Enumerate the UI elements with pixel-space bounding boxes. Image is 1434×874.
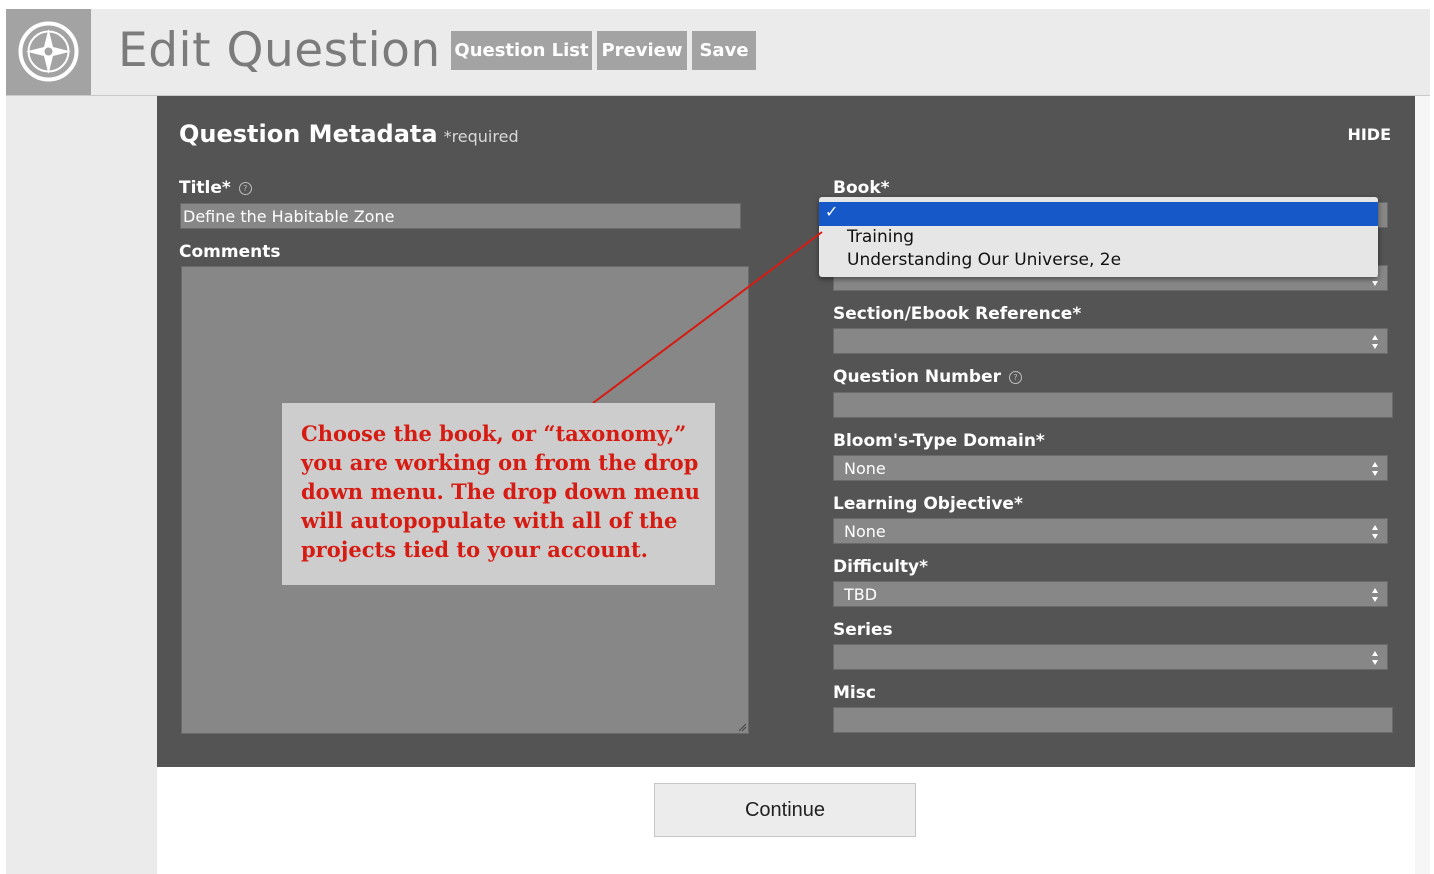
section-select[interactable] <box>833 328 1388 354</box>
page-title: Edit Question <box>118 23 441 78</box>
resize-handle-icon[interactable] <box>737 722 747 732</box>
learning-objective-select[interactable]: None <box>833 518 1388 544</box>
header-bar: Edit Question Question List Preview Save <box>6 9 1430 96</box>
select-arrows-icon <box>1372 588 1378 602</box>
series-select[interactable] <box>833 644 1388 670</box>
annotation-callout: Choose the book, or “taxonomy,” you are … <box>282 403 715 585</box>
right-gutter <box>1415 96 1430 874</box>
comments-label: Comments <box>179 242 281 262</box>
panel-title: Question Metadata *required <box>179 120 519 148</box>
question-list-button[interactable]: Question List <box>451 31 592 70</box>
select-arrows-icon <box>1372 651 1378 665</box>
learning-objective-label: Learning Objective* <box>833 494 1023 514</box>
dropdown-option-understanding-our-universe[interactable]: Understanding Our Universe, 2e <box>847 250 1121 270</box>
title-input[interactable]: Define the Habitable Zone <box>180 203 741 229</box>
book-label: Book* <box>833 178 890 198</box>
title-label: Title*? <box>179 178 252 198</box>
select-arrows-icon <box>1372 335 1378 349</box>
preview-button[interactable]: Preview <box>597 31 687 70</box>
compass-logo-icon <box>18 21 79 82</box>
select-arrows-icon <box>1372 525 1378 539</box>
blooms-select[interactable]: None <box>833 455 1388 481</box>
checkmark-icon: ✓ <box>825 202 839 221</box>
misc-input[interactable] <box>833 707 1393 733</box>
select-arrows-icon <box>1372 462 1378 476</box>
difficulty-value: TBD <box>844 585 878 604</box>
misc-label: Misc <box>833 683 876 703</box>
continue-button[interactable]: Continue <box>654 783 916 837</box>
book-dropdown-menu: ✓ Training Understanding Our Universe, 2… <box>819 197 1378 277</box>
dropdown-option-training[interactable]: Training <box>847 227 914 247</box>
left-gutter <box>6 96 157 874</box>
required-note: *required <box>443 127 519 146</box>
question-number-label-text: Question Number <box>833 367 1001 387</box>
series-label: Series <box>833 620 893 640</box>
section-label: Section/Ebook Reference* <box>833 304 1082 324</box>
question-number-label: Question Number? <box>833 367 1022 387</box>
blooms-label: Bloom's-Type Domain* <box>833 431 1045 451</box>
difficulty-select[interactable]: TBD <box>833 581 1388 607</box>
save-button[interactable]: Save <box>692 31 756 70</box>
help-icon[interactable]: ? <box>238 181 252 195</box>
logo[interactable] <box>6 9 91 95</box>
callout-text: Choose the book, or “taxonomy,” you are … <box>301 421 700 562</box>
difficulty-label: Difficulty* <box>833 557 929 577</box>
panel-title-text: Question Metadata <box>179 120 438 148</box>
blooms-value: None <box>844 459 886 478</box>
title-label-text: Title* <box>179 178 231 198</box>
dropdown-option-blank[interactable]: ✓ <box>819 202 1378 226</box>
learning-objective-value: None <box>844 522 886 541</box>
hide-link[interactable]: HIDE <box>1347 125 1391 144</box>
help-icon[interactable]: ? <box>1008 370 1022 384</box>
question-number-input[interactable] <box>833 392 1393 418</box>
